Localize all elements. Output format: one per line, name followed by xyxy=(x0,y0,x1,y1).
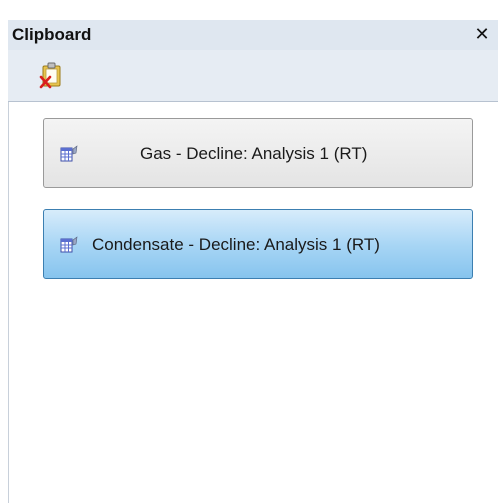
clipboard-item-label: Gas - Decline: Analysis 1 (RT) xyxy=(140,144,368,163)
clear-clipboard-icon xyxy=(39,62,61,89)
clipboard-item-gas[interactable]: Gas - Decline: Analysis 1 (RT) xyxy=(43,118,473,188)
table-data-icon xyxy=(60,236,78,253)
close-icon[interactable]: ✕ xyxy=(472,23,492,47)
clipboard-toolbar xyxy=(8,50,498,102)
panel-title: Clipboard xyxy=(12,25,92,44)
clipboard-item-label: Condensate - Decline: Analysis 1 (RT) xyxy=(92,235,380,254)
top-spacer xyxy=(0,0,498,20)
clipboard-panel: Clipboard ✕ Gas - Decline: Analysis 1 (R… xyxy=(0,0,498,503)
clipboard-item-condensate[interactable]: Condensate - Decline: Analysis 1 (RT) xyxy=(43,209,473,279)
panel-titlebar: Clipboard ✕ xyxy=(8,20,498,50)
clear-clipboard-button[interactable] xyxy=(38,60,66,90)
table-data-icon xyxy=(60,145,78,162)
clipboard-list: Gas - Decline: Analysis 1 (RT) Condensat… xyxy=(8,102,498,503)
